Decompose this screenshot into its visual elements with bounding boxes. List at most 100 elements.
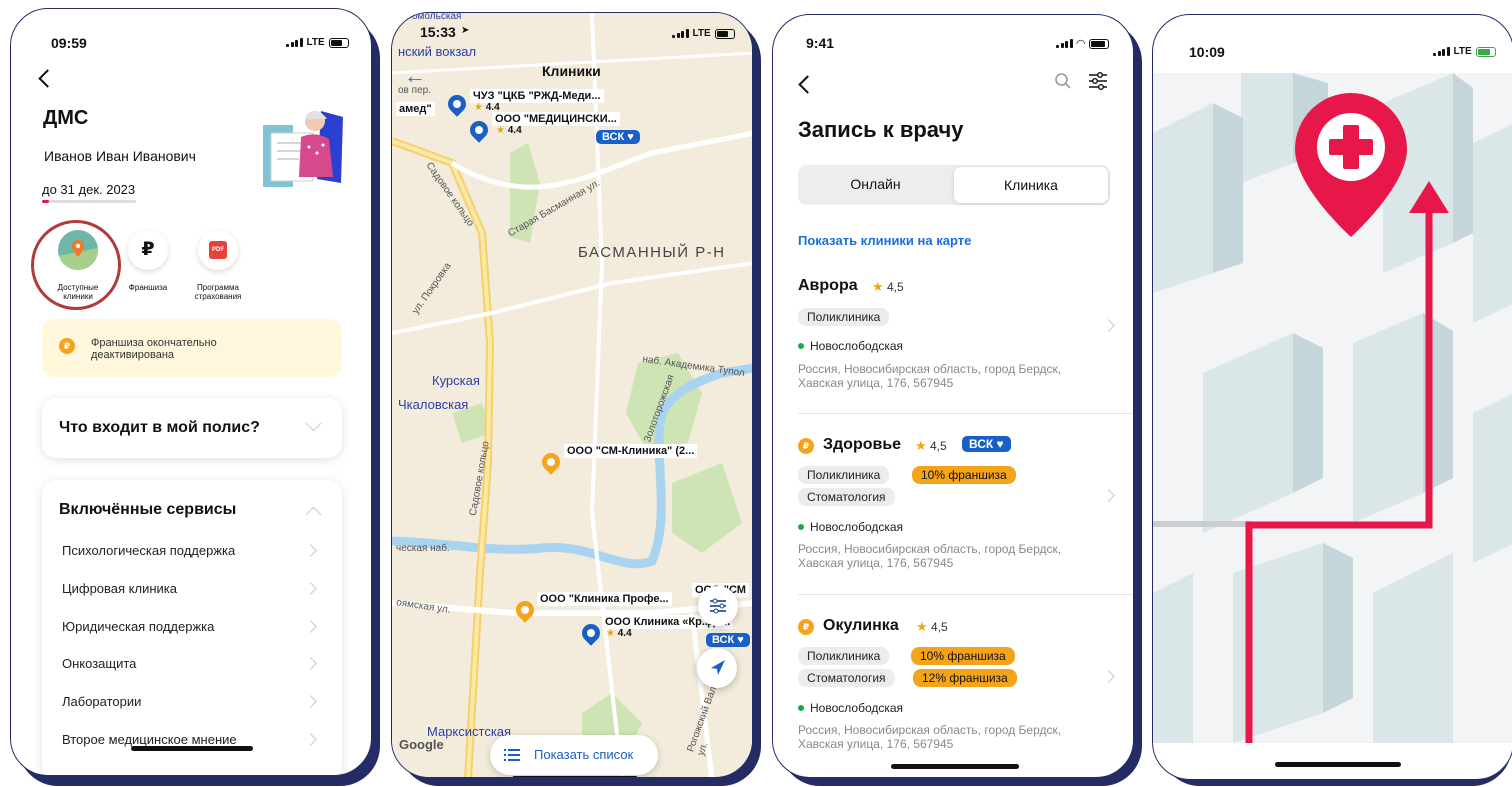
clinic-rating: ★ 4,5 — [915, 438, 947, 453]
shortcut-label-clinics: Доступные клиники — [57, 283, 99, 301]
splash-illustration — [1153, 73, 1512, 743]
status-time: 9:41 — [806, 35, 835, 51]
signal-icon — [672, 29, 689, 38]
status-icons: LTE — [1433, 46, 1496, 57]
clinic-rating: ★ 4.4 — [496, 125, 522, 136]
map-title: Клиники — [542, 63, 601, 79]
program-button[interactable]: PDF — [198, 230, 238, 270]
district-label: БАСМАННЫЙ Р-Н — [578, 244, 726, 261]
service-item[interactable]: Второе медицинское мнение — [62, 732, 237, 747]
chevron-up-icon[interactable] — [305, 506, 322, 523]
policy-accordion[interactable]: Что входит в мой полис? — [42, 398, 342, 458]
shortcut-label-franchise: Франшиза — [128, 283, 168, 292]
chevron-right-icon — [1102, 319, 1115, 332]
home-indicator — [1275, 762, 1401, 767]
chevron-right-icon — [1102, 670, 1115, 683]
clinic-rating: ★ 4,5 — [916, 619, 948, 634]
battery-icon — [328, 37, 349, 48]
coin-icon: ₽ — [59, 338, 75, 354]
vsk-badge: ВСК ♥ — [706, 633, 750, 647]
show-list-label: Показать список — [534, 747, 634, 762]
service-item[interactable]: Юридическая поддержка — [62, 619, 214, 634]
vsk-badge: ВСК ♥ — [596, 130, 640, 144]
clinic-tag: Стоматология — [798, 669, 895, 687]
doctor-illustration — [263, 111, 343, 187]
status-icons: LTE — [672, 28, 735, 39]
network-label: LTE — [692, 28, 711, 39]
valid-until: до 31 дек. 2023 — [42, 182, 136, 197]
filter-icon[interactable] — [1087, 71, 1109, 91]
metro-label: Чкаловская — [398, 397, 469, 412]
show-list-button[interactable]: Показать список — [490, 735, 658, 775]
pdf-icon: PDF — [209, 241, 227, 259]
divider — [798, 413, 1133, 414]
service-item[interactable]: Цифровая клиника — [62, 581, 177, 596]
clinic-rating: ★ 4.4 — [606, 628, 632, 639]
clinic-metro: Новослободская — [798, 520, 903, 534]
clinic-name[interactable]: Здоровье — [823, 436, 901, 454]
status-icons: LTE — [286, 37, 349, 48]
clinic-rating: ★ 4,5 — [872, 279, 904, 294]
service-item[interactable]: Онкозащита — [62, 656, 136, 671]
phone-map: омольская 15:33 ➤ LTE нский вокзал ← Кли… — [391, 12, 753, 778]
back-icon[interactable] — [798, 75, 817, 94]
filter-button[interactable] — [698, 586, 738, 626]
tab-online[interactable]: Онлайн — [798, 176, 953, 192]
clinic-tag: Стоматология — [798, 488, 895, 506]
policy-title: Что входит в мой полис? — [59, 419, 260, 436]
clinic-address: Россия, Новосибирская область, город Бер… — [798, 542, 1062, 570]
google-logo: Google — [399, 737, 444, 752]
franchise-tag: 10% франшиза — [912, 466, 1016, 484]
street-label: омольская — [412, 12, 462, 22]
clinic-address: Россия, Новосибирская область, город Бер… — [798, 362, 1062, 390]
tab-clinic[interactable]: Клиника — [954, 167, 1108, 203]
page-title: Запись к врачу — [798, 117, 964, 142]
notice-text: Франшиза окончательно деактивирована — [91, 337, 217, 361]
franchise-button[interactable]: ₽ — [128, 230, 168, 270]
franchise-tag: 10% франшиза — [911, 647, 1015, 665]
battery-icon — [714, 28, 735, 39]
clinic-tag: Поликлиника — [798, 308, 890, 326]
clinic-metro: Новослободская — [798, 701, 903, 715]
show-map-link[interactable]: Показать клиники на карте — [798, 233, 971, 248]
street-label: ов пер. — [398, 85, 431, 96]
franchise-notice: ₽ Франшиза окончательно деактивирована — [42, 319, 342, 377]
clinic-tag: Поликлиника — [798, 466, 890, 484]
status-time: 10:09 — [1189, 44, 1225, 60]
station-label: нский вокзал — [398, 44, 477, 59]
home-indicator — [891, 764, 1019, 769]
home-indicator — [131, 746, 253, 751]
validity-progress — [42, 200, 136, 203]
chevron-right-icon — [1102, 489, 1115, 502]
back-icon[interactable] — [38, 69, 57, 88]
available-clinics-button[interactable] — [58, 230, 98, 270]
franchise-coin-icon: ₽ — [798, 438, 814, 454]
home-indicator — [512, 776, 638, 777]
clinic-tag: Поликлиника — [798, 647, 890, 665]
battery-charging-icon — [1475, 46, 1496, 57]
street-label: ческая наб. — [396, 543, 450, 554]
clinic-name[interactable]: Аврора — [798, 277, 858, 295]
service-item[interactable]: Лаборатории — [62, 694, 141, 709]
status-time: 15:33 — [420, 24, 456, 40]
wifi-icon: ◠ — [1076, 38, 1085, 50]
chevron-down-icon — [305, 415, 322, 432]
clinic-label-cut: амед" — [396, 102, 435, 116]
services-title: Включённые сервисы — [59, 501, 237, 518]
map-pin-icon — [58, 240, 98, 270]
status-time: 09:59 — [51, 35, 87, 51]
franchise-coin-icon: ₽ — [798, 619, 814, 635]
policy-holder: Иванов Иван Иванович — [44, 148, 196, 164]
clinic-address: Россия, Новосибирская область, город Бер… — [798, 723, 1062, 751]
signal-icon — [1433, 47, 1450, 56]
search-icon[interactable] — [1054, 72, 1072, 90]
clinic-name: ООО "СМ-Клиника" (2... — [564, 444, 698, 458]
clinic-name[interactable]: Окулинка — [823, 617, 899, 635]
franchise-tag: 12% франшиза — [913, 669, 1017, 687]
phone-dms: 09:59 LTE ДМС Иванов Иван Иванович до 31… — [10, 8, 372, 776]
divider — [798, 594, 1133, 595]
clinic-name: ООО "МЕДИЦИНСКИ... — [492, 112, 620, 126]
segmented-control: Онлайн Клиника — [798, 165, 1110, 205]
service-item[interactable]: Психологическая поддержка — [62, 543, 235, 558]
phone-appointment: 9:41 ◠ Запись к врачу Онлайн Клиника Пок… — [772, 14, 1134, 778]
